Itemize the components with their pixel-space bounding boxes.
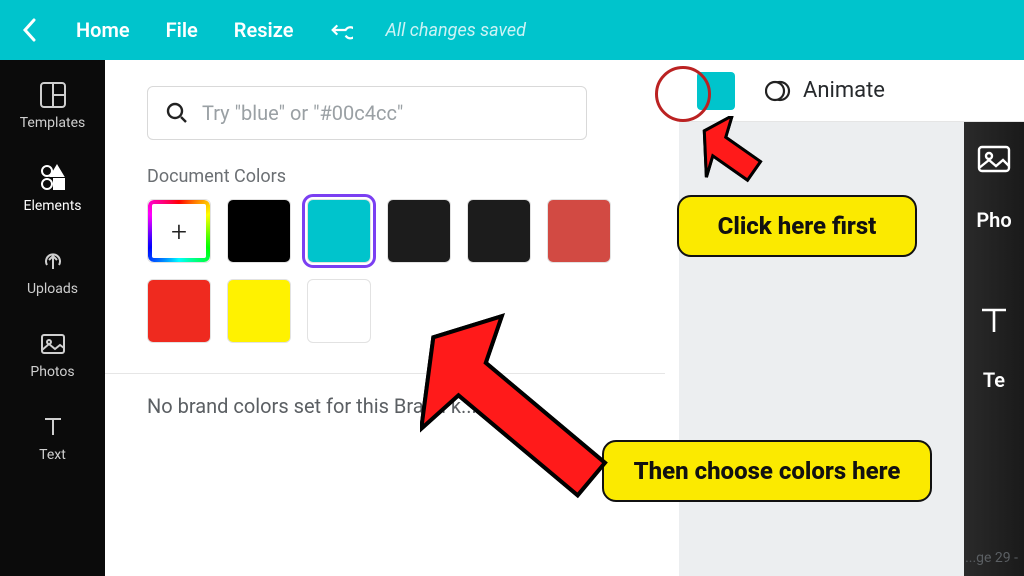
save-status: All changes saved: [385, 20, 526, 41]
animate-button[interactable]: Animate: [765, 78, 885, 104]
color-swatch[interactable]: [147, 279, 211, 343]
document-colors: +: [147, 199, 647, 343]
sidebar-item-label: Uploads: [27, 281, 78, 297]
undo-icon[interactable]: [329, 18, 353, 42]
color-search[interactable]: [147, 86, 587, 140]
search-input[interactable]: [202, 101, 568, 125]
search-icon: [166, 102, 188, 124]
callout-choose-colors: Then choose colors here: [602, 440, 932, 502]
uploads-icon: [38, 246, 68, 276]
sidebar-item-templates[interactable]: Templates: [0, 74, 105, 137]
color-swatch[interactable]: [387, 199, 451, 263]
animate-icon: [765, 78, 791, 104]
sidebar-item-photos[interactable]: Photos: [0, 323, 105, 386]
color-swatch[interactable]: [547, 199, 611, 263]
left-sidebar: Templates Elements Uploads Photos Text: [0, 60, 105, 576]
sidebar-item-uploads[interactable]: Uploads: [0, 240, 105, 303]
color-swatch[interactable]: [227, 199, 291, 263]
current-color-button[interactable]: [697, 72, 735, 110]
document-colors-title: Document Colors: [147, 166, 665, 187]
back-icon[interactable]: [20, 20, 40, 40]
sidebar-item-text[interactable]: Text: [0, 406, 105, 469]
templates-icon: [38, 80, 68, 110]
page-indicator: ...ge 29 -: [965, 550, 1018, 566]
color-swatch[interactable]: [227, 279, 291, 343]
add-color-swatch[interactable]: +: [147, 199, 211, 263]
color-panel: Document Colors + No brand colors set fo…: [105, 60, 679, 576]
sidebar-item-label: Templates: [20, 115, 86, 131]
animate-label: Animate: [803, 78, 885, 103]
elements-icon: [38, 163, 68, 193]
sidebar-item-elements[interactable]: Elements: [0, 157, 105, 220]
color-swatch-selected[interactable]: [307, 199, 371, 263]
text-label-partial: Te: [983, 368, 1005, 392]
nav-resize[interactable]: Resize: [234, 18, 294, 42]
brand-colors-message: No brand colors set for this Brand k...: [147, 394, 665, 418]
divider: [105, 373, 665, 374]
context-toolbar: Animate: [679, 60, 1024, 122]
nav-home[interactable]: Home: [76, 18, 130, 42]
canvas-right-strip: Pho Te: [964, 122, 1024, 576]
photos-label-partial: Pho: [976, 208, 1011, 232]
top-bar: Home File Resize All changes saved: [0, 0, 1024, 60]
photo-placeholder-icon: [976, 142, 1012, 178]
photos-icon: [38, 329, 68, 359]
color-swatch[interactable]: [467, 199, 531, 263]
text-icon: [38, 412, 68, 442]
text-placeholder-icon: [976, 302, 1012, 338]
sidebar-item-label: Photos: [30, 364, 74, 380]
sidebar-item-label: Elements: [23, 198, 81, 214]
plus-icon: +: [171, 215, 187, 248]
callout-click-first: Click here first: [677, 195, 917, 257]
nav-file[interactable]: File: [166, 18, 198, 42]
color-swatch[interactable]: [307, 279, 371, 343]
sidebar-item-label: Text: [39, 447, 66, 463]
